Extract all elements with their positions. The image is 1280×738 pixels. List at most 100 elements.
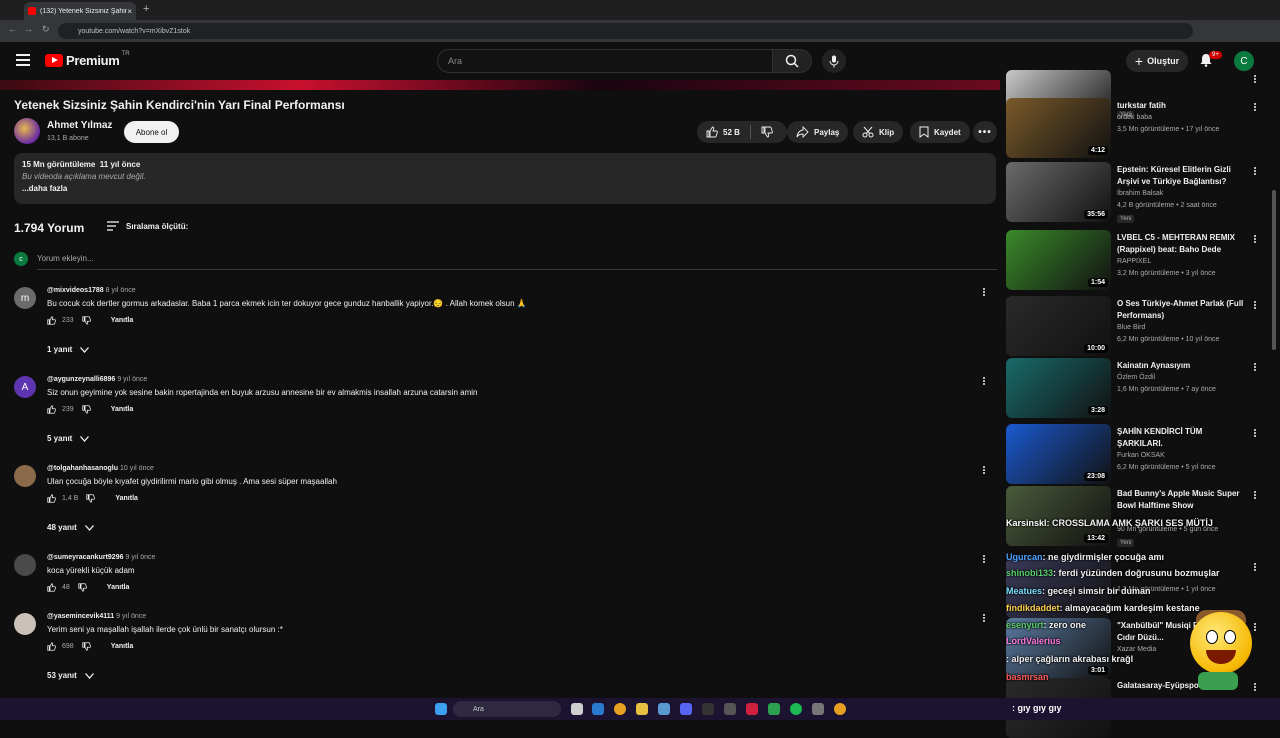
reply-button[interactable]: Yanıtla: [115, 495, 138, 502]
reply-button[interactable]: Yanıtla: [111, 317, 134, 324]
reply-button[interactable]: Yanıtla: [111, 406, 134, 413]
app-icon-4[interactable]: [812, 703, 824, 715]
commenter-avatar[interactable]: m: [14, 287, 36, 309]
channel-avatar[interactable]: [14, 118, 40, 144]
video-menu-icon[interactable]: [1252, 682, 1258, 692]
commenter-avatar[interactable]: [14, 613, 36, 635]
app-c-icon[interactable]: [658, 703, 670, 715]
task-view-icon[interactable]: [571, 703, 583, 715]
related-video-title[interactable]: Bad Bunny's Apple Music Super Bowl Halft…: [1117, 488, 1249, 512]
related-video-channel[interactable]: Xazar Media: [1117, 646, 1156, 653]
related-video-channel[interactable]: İbrahim Balsak: [1117, 190, 1163, 197]
sort-button[interactable]: Sıralama ölçütü:: [107, 221, 188, 231]
windows-start-icon[interactable]: [435, 703, 447, 715]
chrome-icon[interactable]: [614, 703, 626, 715]
chrome-icon-2[interactable]: [834, 703, 846, 715]
video-menu-icon[interactable]: [1252, 490, 1258, 500]
create-button[interactable]: + Oluştur: [1126, 50, 1188, 72]
comment-author[interactable]: @mixvideos1788: [47, 287, 104, 294]
video-menu-icon[interactable]: [1252, 102, 1258, 112]
comment-author[interactable]: @tolgahanhasanoglu: [47, 465, 118, 472]
comment-menu-icon[interactable]: [980, 613, 988, 623]
video-menu-icon[interactable]: [1252, 234, 1258, 244]
comment-author[interactable]: @sumeyracankurt9296: [47, 554, 123, 561]
video-thumbnail[interactable]: 35:56: [1006, 162, 1111, 222]
new-tab-icon[interactable]: +: [143, 3, 149, 15]
reload-icon[interactable]: ↻: [42, 24, 50, 35]
commenter-avatar[interactable]: A: [14, 376, 36, 398]
comment-menu-icon[interactable]: [980, 376, 988, 386]
video-thumbnail[interactable]: 4:12: [1006, 98, 1111, 158]
comment-author[interactable]: @aygunzeynalli6896: [47, 376, 115, 383]
show-replies-button[interactable]: 48 yanıt: [47, 523, 94, 532]
related-video-item[interactable]: 4:12 turkstar fatih ördek baba 3,5 Mn gö…: [1006, 98, 1268, 158]
search-input[interactable]: Ara: [437, 49, 773, 73]
folder-icon[interactable]: [636, 703, 648, 715]
related-video-channel[interactable]: Özlem Özdil: [1117, 374, 1155, 381]
commenter-avatar[interactable]: [14, 554, 36, 576]
voice-search-button[interactable]: [822, 49, 846, 73]
show-more-link[interactable]: ...daha fazla: [22, 184, 988, 193]
show-replies-button[interactable]: 53 yanıt: [47, 671, 94, 680]
video-menu-icon[interactable]: [1252, 428, 1258, 438]
related-video-title[interactable]: turkstar fatih: [1117, 100, 1249, 112]
description-box[interactable]: 15 Mn görüntüleme 11 yıl önce Bu videoda…: [14, 153, 996, 204]
discord-icon[interactable]: [680, 703, 692, 715]
show-replies-button[interactable]: 5 yanıt: [47, 434, 90, 443]
show-replies-button[interactable]: 1 yanıt: [47, 345, 90, 354]
app-icon-2[interactable]: [724, 703, 736, 715]
commenter-avatar[interactable]: [14, 465, 36, 487]
subscribe-button[interactable]: Abone ol: [124, 121, 179, 143]
video-menu-icon[interactable]: [1252, 622, 1258, 632]
related-video-item[interactable]: 13:42 Bad Bunny's Apple Music Super Bowl…: [1006, 486, 1268, 547]
share-button[interactable]: Paylaş: [787, 121, 849, 143]
edge-icon[interactable]: [592, 703, 604, 715]
comment-menu-icon[interactable]: [980, 465, 988, 475]
related-video-item[interactable]: 3:28 Kainatın Aynasıyım Özlem Özdil 1,6 …: [1006, 358, 1268, 418]
related-video-title[interactable]: LVBEL C5 - MEHTERAN REMIX (Rappixel) bea…: [1117, 232, 1249, 256]
scrollbar[interactable]: [1272, 190, 1276, 350]
taskbar-search[interactable]: Ara: [453, 701, 561, 717]
comment-menu-icon[interactable]: [980, 287, 988, 297]
channel-name[interactable]: Ahmet Yılmaz: [47, 120, 112, 131]
related-video-channel[interactable]: Blue Bird: [1117, 324, 1145, 331]
url-field[interactable]: youtube.com/watch?v=mXibvZ1stok: [58, 23, 1193, 39]
related-video-channel[interactable]: ördek baba: [1117, 114, 1152, 121]
clip-button[interactable]: Klip: [853, 121, 904, 143]
related-video-item[interactable]: 35:56 Epstein: Küresel Elitlerin Gizli A…: [1006, 162, 1268, 223]
comment-menu-icon[interactable]: [980, 554, 988, 564]
video-player-bottom[interactable]: [0, 80, 1000, 90]
video-menu-icon[interactable]: [1252, 362, 1258, 372]
related-video-item[interactable]: 10:00 O Ses Türkiye-Ahmet Parlak (Full P…: [1006, 296, 1268, 356]
related-video-channel[interactable]: RAPPIXEL: [1117, 258, 1151, 265]
youtube-logo[interactable]: Premium TR: [45, 51, 130, 68]
video-thumbnail[interactable]: 1:54: [1006, 230, 1111, 290]
video-thumbnail[interactable]: 23:08: [1006, 424, 1111, 484]
video-menu-icon[interactable]: [1252, 300, 1258, 310]
app-icon[interactable]: [702, 703, 714, 715]
video-thumbnail[interactable]: 10:00: [1006, 296, 1111, 356]
reply-button[interactable]: Yanıtla: [111, 643, 134, 650]
related-video-title[interactable]: ŞAHİN KENDİRCİ TÜM ŞARKILARI.: [1117, 426, 1249, 450]
video-menu-icon[interactable]: [1252, 562, 1258, 572]
related-video-title[interactable]: Epstein: Küresel Elitlerin Gizli Arşivi …: [1117, 164, 1249, 188]
whatsapp-icon[interactable]: [768, 703, 780, 715]
search-button[interactable]: [772, 49, 812, 73]
related-video-item[interactable]: 1:54 LVBEL C5 - MEHTERAN REMIX (Rappixel…: [1006, 230, 1268, 290]
related-video-title[interactable]: Kainatın Aynasıyım: [1117, 360, 1249, 372]
related-video-item[interactable]: 23:08 ŞAHİN KENDİRCİ TÜM ŞARKILARI. Furk…: [1006, 424, 1268, 484]
forward-icon[interactable]: →: [24, 24, 33, 34]
more-actions-button[interactable]: •••: [973, 121, 997, 143]
video-thumbnail[interactable]: 13:42: [1006, 486, 1111, 546]
app-icon-3[interactable]: [746, 703, 758, 715]
related-video-title[interactable]: O Ses Türkiye-Ahmet Parlak (Full Perform…: [1117, 298, 1249, 322]
video-menu-icon[interactable]: [1252, 74, 1258, 84]
save-button[interactable]: Kaydet: [910, 121, 970, 143]
back-icon[interactable]: ←: [8, 24, 17, 34]
close-tab-icon[interactable]: ×: [127, 7, 132, 16]
browser-tab[interactable]: (132) Yetenek Sizsiniz Şahin ×: [24, 2, 136, 20]
spotify-icon[interactable]: [790, 703, 802, 715]
like-button[interactable]: 52 B: [697, 121, 787, 143]
video-thumbnail[interactable]: 3:28: [1006, 358, 1111, 418]
related-video-channel[interactable]: Furkan OKSAK: [1117, 452, 1165, 459]
